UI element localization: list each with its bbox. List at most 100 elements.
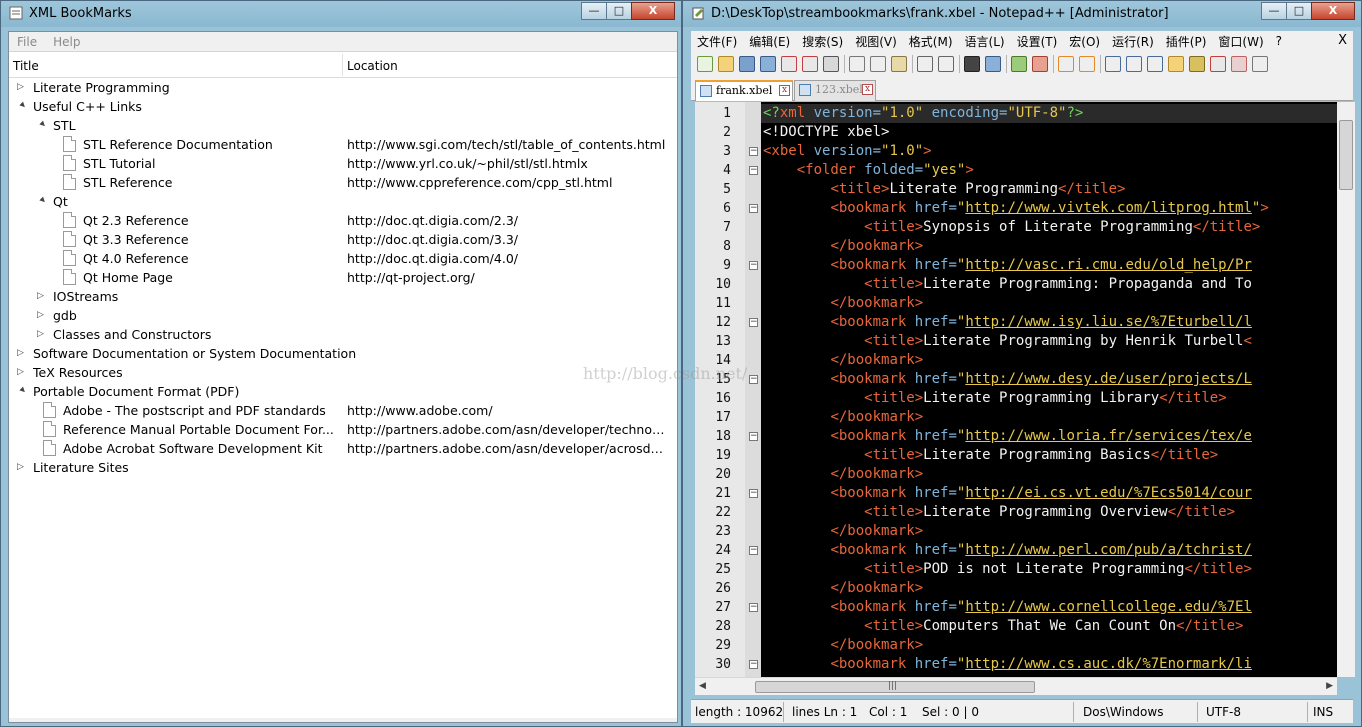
tree-folder-row[interactable]: ▷ gdb xyxy=(9,306,677,325)
close-tab-icon[interactable]: x xyxy=(862,84,873,95)
fold-toggle-icon[interactable]: − xyxy=(749,489,758,498)
token-url[interactable]: http://www.cs.auc.dk/%7Enormark/li xyxy=(965,656,1252,672)
menu-item[interactable]: 插件(P) xyxy=(1166,33,1207,50)
code-line[interactable]: <?xml version="1.0" encoding="UTF-8"?> xyxy=(761,104,1337,123)
menu-item[interactable]: 视图(V) xyxy=(855,33,897,50)
sync-horizontal-icon[interactable] xyxy=(1079,56,1095,72)
minimize-button[interactable]: — xyxy=(1261,2,1287,20)
fold-toggle-icon[interactable]: − xyxy=(749,603,758,612)
token-url[interactable]: http://www.vivtek.com/litprog.html xyxy=(965,200,1252,216)
playback-macro-icon[interactable] xyxy=(1252,56,1268,72)
tree-bookmark-row[interactable]: Qt 2.3 Reference http://doc.qt.digia.com/… xyxy=(9,211,677,230)
code-line[interactable]: </bookmark> xyxy=(761,294,923,313)
paste-icon[interactable] xyxy=(891,56,907,72)
code-line[interactable]: </bookmark> xyxy=(761,579,923,598)
code-line[interactable]: <bookmark href="http://www.perl.com/pub/… xyxy=(761,541,1251,560)
code-line[interactable]: <title>Computers That We Can Count On</t… xyxy=(761,617,1243,636)
vertical-scroll-thumb[interactable] xyxy=(1339,120,1353,190)
tree-bookmark-row[interactable]: Qt 3.3 Reference http://doc.qt.digia.com/… xyxy=(9,230,677,249)
code-line[interactable]: <title>Literate Programming</title> xyxy=(761,180,1125,199)
close-button[interactable]: X xyxy=(1311,2,1355,20)
cut-icon[interactable] xyxy=(849,56,865,72)
token-url[interactable]: http://www.isy.liu.se/%7Eturbell/l xyxy=(965,314,1252,330)
tree-bookmark-row[interactable]: Adobe Acrobat Software Development Kit ht… xyxy=(9,439,677,458)
tree-folder-row[interactable]: ▷ Literature Sites xyxy=(9,458,677,477)
collapsed-arrow-icon[interactable]: ▷ xyxy=(17,461,27,473)
code-line[interactable]: <title>Literate Programming: Propaganda … xyxy=(761,275,1252,294)
code-line[interactable]: <title>Synopsis of Literate Programming<… xyxy=(761,218,1260,237)
collapsed-arrow-icon[interactable]: ▷ xyxy=(37,290,47,302)
undo-icon[interactable] xyxy=(917,56,933,72)
tree-folder-row[interactable]: ▷ Classes and Constructors xyxy=(9,325,677,344)
tree-folder-row[interactable]: ▲ STL xyxy=(9,116,677,135)
collapsed-arrow-icon[interactable]: ▷ xyxy=(17,81,27,93)
tree-folder-row[interactable]: ▷ IOStreams xyxy=(9,287,677,306)
replace-icon[interactable] xyxy=(985,56,1001,72)
new-file-icon[interactable] xyxy=(697,56,713,72)
redo-icon[interactable] xyxy=(938,56,954,72)
code-line[interactable]: <bookmark href="http://www.vivtek.com/li… xyxy=(761,199,1268,218)
vertical-scrollbar[interactable] xyxy=(1337,102,1355,677)
tree-bookmark-row[interactable]: STL Reference Documentation http://www.sg… xyxy=(9,135,677,154)
fold-toggle-icon[interactable]: − xyxy=(749,204,758,213)
close-file-icon[interactable] xyxy=(781,56,797,72)
save-icon[interactable] xyxy=(739,56,755,72)
tree-folder-row[interactable]: ▷ Literate Programming xyxy=(9,78,677,97)
fold-toggle-icon[interactable]: − xyxy=(749,261,758,270)
menu-item[interactable]: ? xyxy=(1276,34,1282,48)
menu-help[interactable]: Help xyxy=(53,35,80,49)
code-line[interactable]: <title>Literate Programming by Henrik Tu… xyxy=(761,332,1252,351)
copy-icon[interactable] xyxy=(870,56,886,72)
menu-item[interactable]: 宏(O) xyxy=(1069,33,1100,50)
code-editor[interactable]: 1 <?xml version="1.0" encoding="UTF-8"?> 2… xyxy=(695,102,1337,677)
tab-123-xbel[interactable]: 123.xbel x xyxy=(794,80,876,101)
close-document-icon[interactable]: X xyxy=(1338,33,1347,48)
token-url[interactable]: http://ei.cs.vt.edu/%7Ecs5014/cour xyxy=(965,485,1252,501)
code-line[interactable]: <bookmark href="http://www.cs.auc.dk/%7E… xyxy=(761,655,1252,674)
code-line[interactable]: <bookmark href="http://vasc.ri.cmu.edu/o… xyxy=(761,256,1251,275)
bottom-scrollbar[interactable] xyxy=(9,718,677,722)
code-line[interactable]: <bookmark href="http://www.desy.de/user/… xyxy=(761,370,1251,389)
code-line[interactable]: <title>POD is not Literate Programming</… xyxy=(761,560,1252,579)
tree-folder-row[interactable]: ▲ Useful C++ Links xyxy=(9,97,677,116)
function-list-icon[interactable] xyxy=(1189,56,1205,72)
expanded-arrow-icon[interactable]: ▲ xyxy=(16,385,28,397)
horizontal-scroll-thumb[interactable]: ||| xyxy=(755,681,1035,693)
code-line[interactable]: </bookmark> xyxy=(761,522,923,541)
sync-vertical-icon[interactable] xyxy=(1058,56,1074,72)
code-line[interactable]: <xbel version="1.0"> xyxy=(761,142,932,161)
menu-item[interactable]: 窗口(W) xyxy=(1218,33,1263,50)
maximize-button[interactable]: □ xyxy=(1286,2,1312,20)
code-line[interactable]: </bookmark> xyxy=(761,237,923,256)
fold-margin[interactable] xyxy=(745,102,761,677)
tree-bookmark-row[interactable]: Adobe - The postscript and PDF standards… xyxy=(9,401,677,420)
code-line[interactable]: <bookmark href="http://www.isy.liu.se/%7… xyxy=(761,313,1252,332)
code-line[interactable]: <bookmark href="http://www.cornellcolleg… xyxy=(761,598,1252,617)
expanded-arrow-icon[interactable]: ▲ xyxy=(36,119,48,131)
collapsed-arrow-icon[interactable]: ▷ xyxy=(17,347,27,359)
code-line[interactable]: <bookmark href="http://ei.cs.vt.edu/%7Ec… xyxy=(761,484,1252,503)
token-url[interactable]: http://www.cornellcollege.edu/%7El xyxy=(965,599,1252,615)
menu-item[interactable]: 运行(R) xyxy=(1112,33,1154,50)
indent-guide-icon[interactable] xyxy=(1147,56,1163,72)
fold-toggle-icon[interactable]: − xyxy=(749,147,758,156)
code-line[interactable]: <title>Literate Programming Library</tit… xyxy=(761,389,1226,408)
column-separator[interactable] xyxy=(342,54,343,76)
code-line[interactable]: </bookmark> xyxy=(761,636,923,655)
minimize-button[interactable]: — xyxy=(581,2,607,20)
zoom-in-icon[interactable] xyxy=(1011,56,1027,72)
menu-file[interactable]: File xyxy=(17,35,37,49)
column-title[interactable]: Title xyxy=(13,59,39,73)
word-wrap-icon[interactable] xyxy=(1105,56,1121,72)
menu-item[interactable]: 格式(M) xyxy=(909,33,953,50)
tree-folder-row[interactable]: ▷ TeX Resources xyxy=(9,363,677,382)
scroll-right-icon[interactable]: ▶ xyxy=(1326,681,1333,691)
tree-bookmark-row[interactable]: STL Reference http://www.cppreference.com… xyxy=(9,173,677,192)
menu-item[interactable]: 语言(L) xyxy=(965,33,1005,50)
code-line[interactable]: </bookmark> xyxy=(761,408,923,427)
tree-folder-row[interactable]: ▷ Software Documentation or System Docume… xyxy=(9,344,677,363)
menu-item[interactable]: 搜索(S) xyxy=(802,33,843,50)
collapsed-arrow-icon[interactable]: ▷ xyxy=(37,328,47,340)
tree-bookmark-row[interactable]: Qt Home Page http://qt-project.org/ xyxy=(9,268,677,287)
find-icon[interactable] xyxy=(964,56,980,72)
